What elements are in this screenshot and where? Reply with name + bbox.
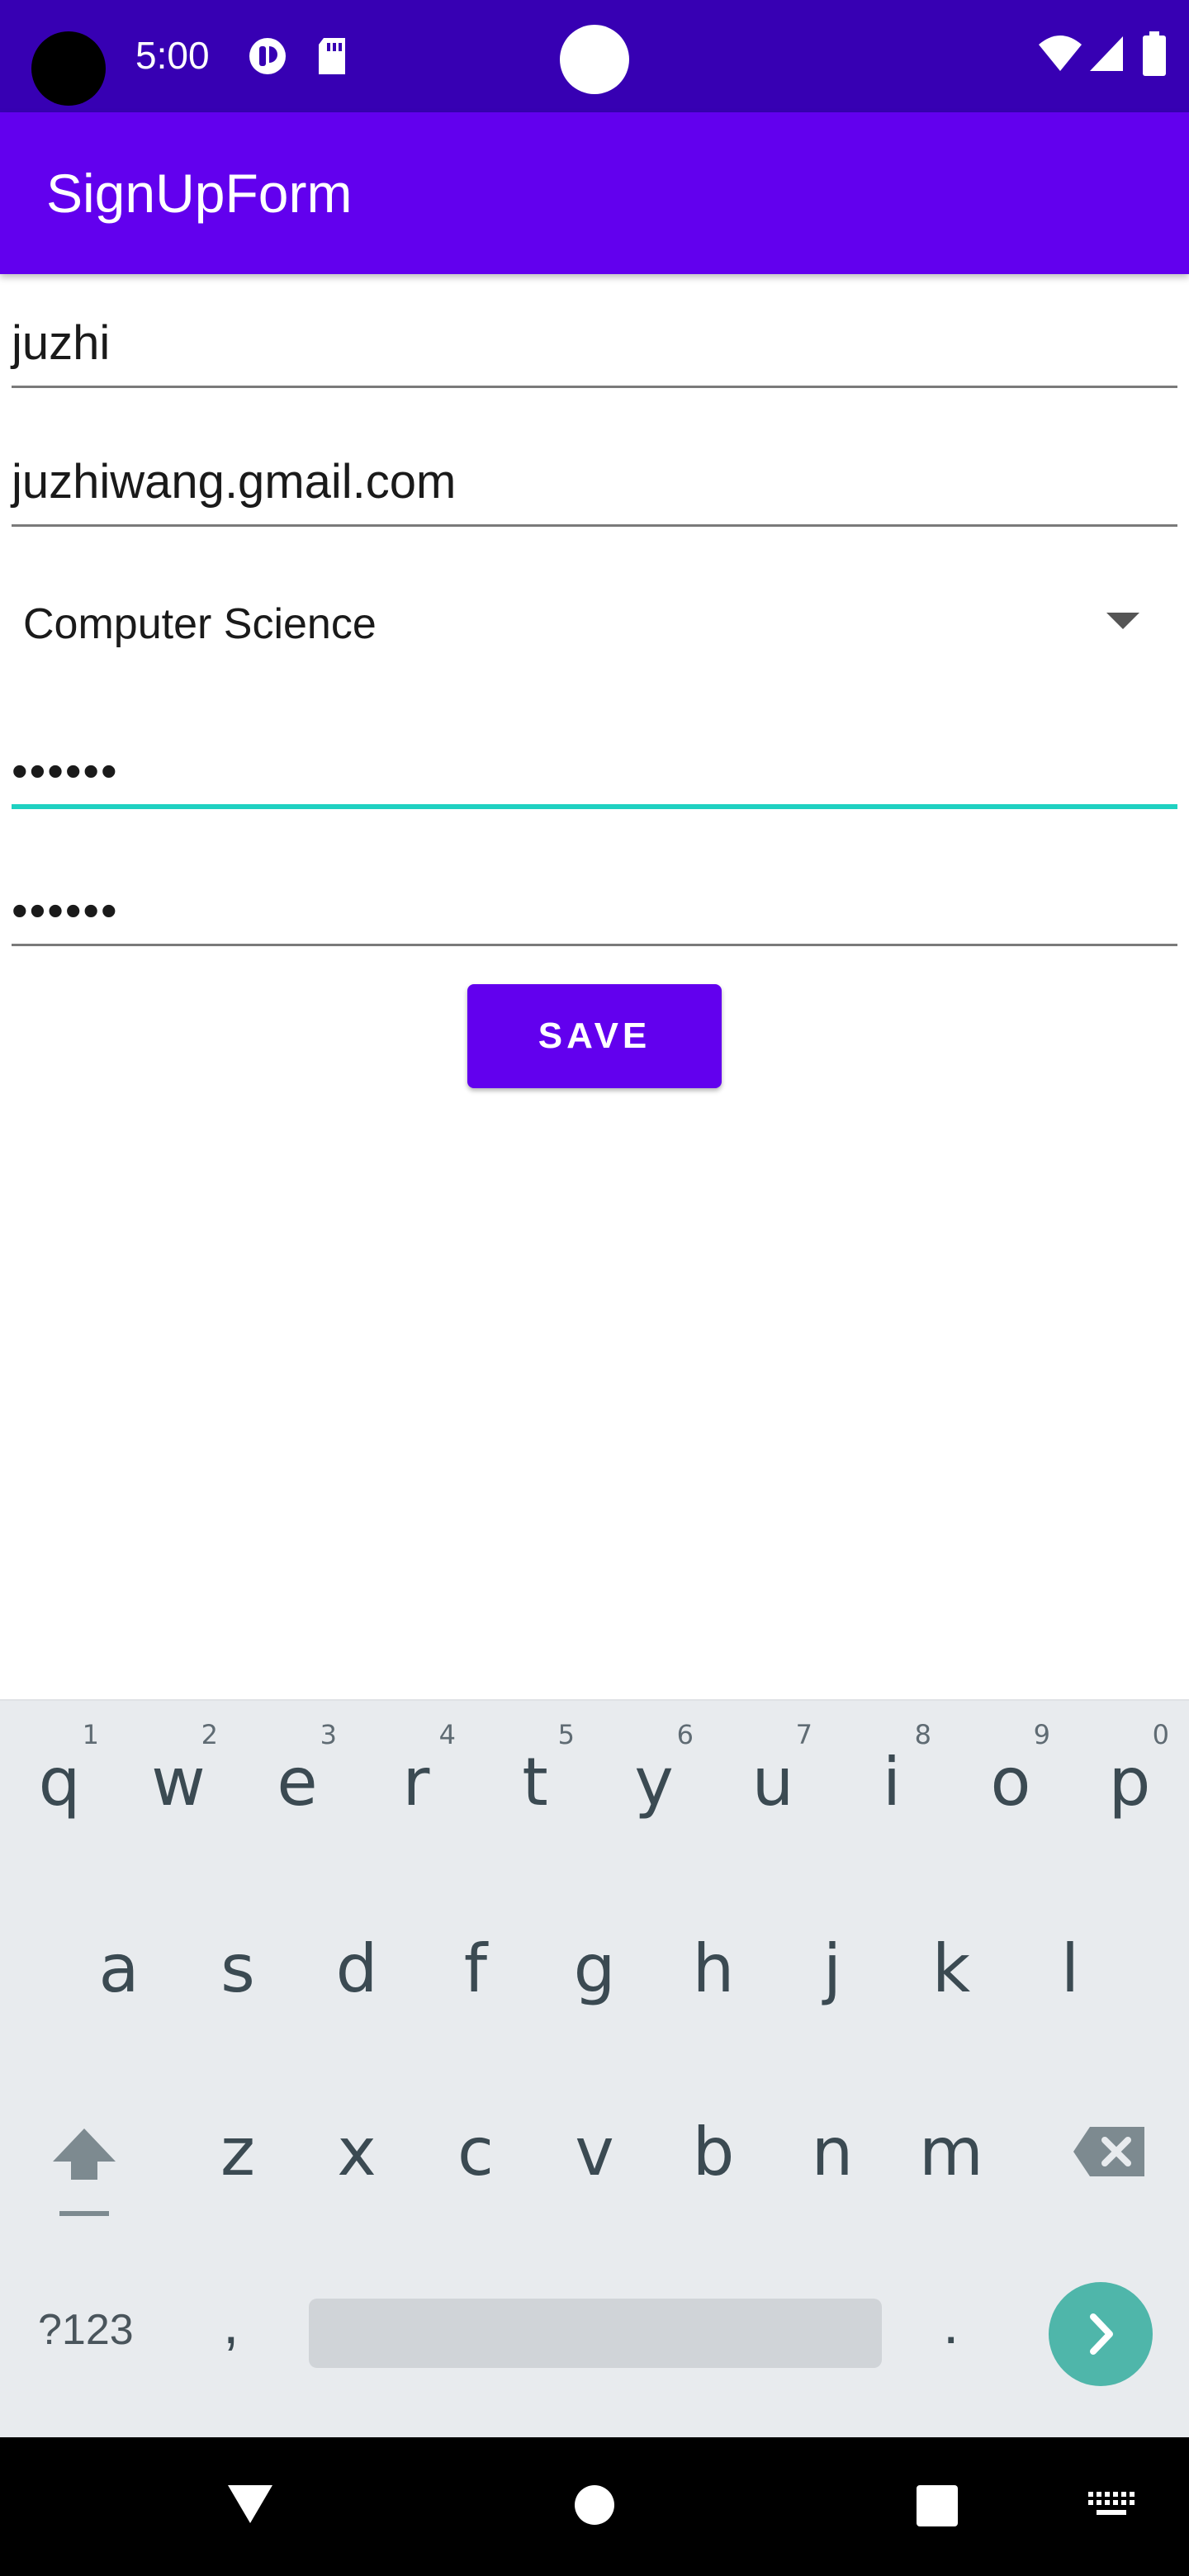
symbols-key[interactable]: ?123 <box>38 2305 134 2355</box>
wifi-icon <box>1039 36 1082 71</box>
app-bar: SignUpForm <box>0 112 1189 274</box>
backspace-icon[interactable] <box>1072 2125 1148 2178</box>
key-b[interactable]: b <box>654 1858 773 2190</box>
back-icon[interactable] <box>226 2484 274 2525</box>
dropdown-arrow-icon <box>1106 613 1139 629</box>
username-value: juzhi <box>12 316 111 370</box>
key-label: z <box>220 2114 255 2190</box>
notch-indicator <box>560 25 629 94</box>
recents-icon[interactable] <box>915 2484 959 2528</box>
confirm-password-value: •••••• <box>12 884 119 936</box>
key-label: x <box>337 2114 377 2190</box>
key-e[interactable]: 3 e <box>238 1699 357 1864</box>
chevron-right-icon <box>1090 2313 1113 2355</box>
key-a[interactable]: a <box>59 1858 178 2023</box>
keyboard-switch-icon[interactable] <box>1087 2490 1135 2520</box>
major-selected-value: Computer Science <box>23 600 377 648</box>
status-time: 5:00 <box>135 34 210 77</box>
key-label: w <box>151 1744 206 1821</box>
key-label: e <box>277 1744 318 1821</box>
email-value: juzhiwang.gmail.com <box>12 455 457 509</box>
key-label: t <box>522 1744 548 1821</box>
key-p[interactable]: 0 p <box>1070 1699 1189 1864</box>
battery-icon <box>1143 31 1166 76</box>
space-key[interactable] <box>309 2299 882 2368</box>
key-c[interactable]: c <box>416 1858 535 2190</box>
key-l[interactable]: l <box>1011 1858 1130 2023</box>
confirm-password-field[interactable]: •••••• <box>12 864 1177 946</box>
cell-signal-icon <box>1090 36 1123 71</box>
navigation-bar <box>0 2437 1189 2576</box>
key-label: u <box>751 1744 794 1821</box>
key-label: r <box>402 1744 430 1821</box>
key-label: c <box>457 2114 494 2190</box>
password-field[interactable]: •••••• <box>12 727 1177 809</box>
sd-card-icon <box>319 38 345 74</box>
key-q[interactable]: 1 q <box>0 1699 119 1864</box>
key-label: b <box>692 2114 735 2190</box>
key-label: v <box>575 2114 614 2190</box>
key-n[interactable]: n <box>773 1858 892 2190</box>
password-value: •••••• <box>12 745 119 797</box>
next-key[interactable] <box>1049 2282 1153 2386</box>
key-z[interactable]: z <box>178 1858 297 2190</box>
comma-key[interactable]: , <box>223 2290 239 2356</box>
key-label: y <box>634 1744 674 1821</box>
key-label: i <box>882 1744 902 1821</box>
key-v[interactable]: v <box>535 1858 654 2190</box>
key-w[interactable]: 2 w <box>119 1699 238 1864</box>
key-i[interactable]: 8 i <box>832 1699 951 1864</box>
key-label: m <box>919 2114 983 2190</box>
key-label: l <box>1060 1930 1080 2007</box>
major-dropdown[interactable]: Computer Science <box>12 575 1177 670</box>
key-label: q <box>38 1744 81 1821</box>
key-t[interactable]: 5 t <box>476 1699 594 1864</box>
front-camera-cutout <box>31 31 106 106</box>
key-x[interactable]: x <box>297 1858 416 2190</box>
key-o[interactable]: 9 o <box>951 1699 1070 1864</box>
key-y[interactable]: 6 y <box>594 1699 713 1864</box>
key-m[interactable]: m <box>892 1858 1011 2190</box>
key-label: n <box>811 2114 854 2190</box>
save-button[interactable]: SAVE <box>467 984 722 1088</box>
key-label: a <box>98 1930 140 2007</box>
app-notification-icon <box>249 38 286 74</box>
period-key[interactable]: . <box>943 2290 959 2356</box>
status-bar: 5:00 <box>0 0 1189 112</box>
key-label: o <box>990 1744 1031 1821</box>
app-title: SignUpForm <box>46 163 353 224</box>
shift-icon[interactable] <box>50 2125 119 2224</box>
key-u[interactable]: 7 u <box>713 1699 832 1864</box>
home-icon[interactable] <box>573 2484 616 2526</box>
username-field[interactable]: juzhi <box>12 305 1177 388</box>
key-r[interactable]: 4 r <box>357 1699 476 1864</box>
email-field[interactable]: juzhiwang.gmail.com <box>12 444 1177 527</box>
key-label: p <box>1108 1744 1151 1821</box>
